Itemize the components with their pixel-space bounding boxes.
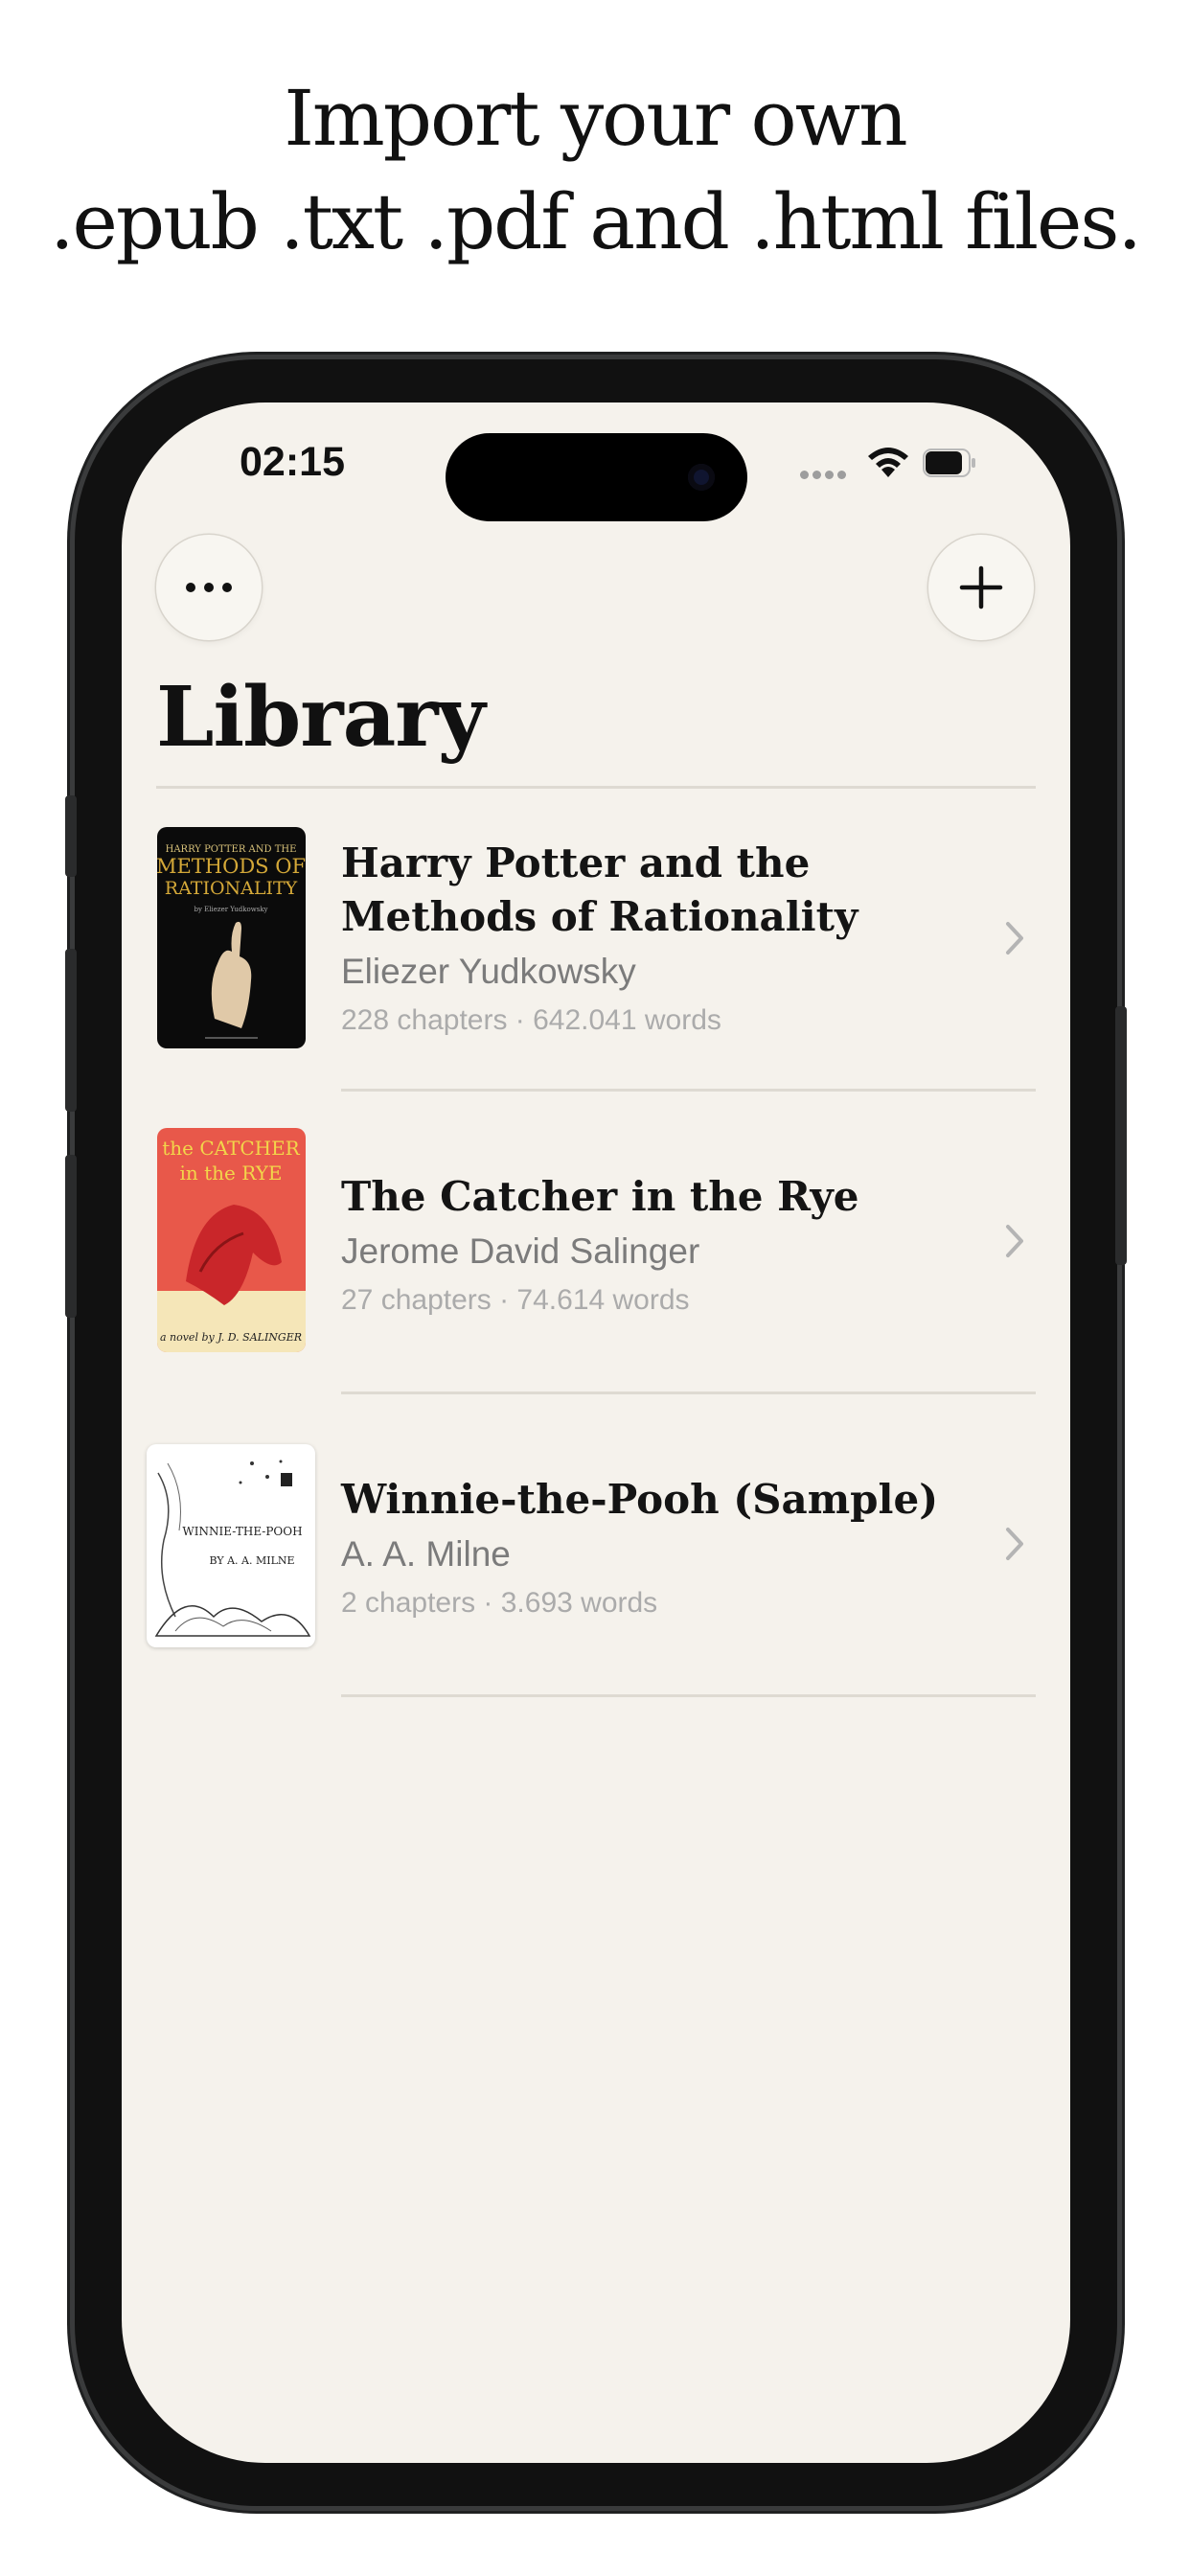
book-cover-catcher: the CATCHER in the RYE a novel by J. D. … [157, 1128, 306, 1352]
app-screen: 02:15 Library HARRY POTTER AND THE METHO… [122, 402, 1070, 2463]
battery-icon [923, 448, 975, 477]
cover-line-1: the CATCHER [162, 1137, 300, 1160]
more-button[interactable] [156, 535, 262, 640]
cover-line-2: in the RYE [180, 1162, 283, 1184]
chevron-right-icon [1006, 922, 1023, 954]
cover-line-2: BY A. A. MILNE [209, 1554, 294, 1567]
book-title: Harry Potter and the Methods of Rational… [341, 840, 858, 940]
cover-line-3: a novel by J. D. SALINGER [160, 1331, 302, 1344]
list-item-book-hpmor[interactable]: HARRY POTTER AND THE METHODS OF RATIONAL… [122, 789, 1070, 1091]
volume-up-button [65, 949, 77, 1112]
add-book-button[interactable] [928, 535, 1034, 640]
book-title: The Catcher in the Rye [341, 1173, 859, 1220]
book-author: Jerome David Salinger [341, 1231, 700, 1271]
plus-icon [959, 565, 1003, 610]
action-button [65, 795, 77, 877]
wifi-icon [868, 448, 908, 477]
status-time: 02:15 [240, 439, 345, 485]
chevron-right-icon [1006, 1225, 1023, 1257]
dynamic-island [446, 433, 747, 521]
cover-line-3: RATIONALITY [165, 878, 298, 899]
volume-down-button [65, 1155, 77, 1318]
book-cover-pooh: WINNIE-THE-POOH BY A. A. MILNE [147, 1444, 315, 1647]
cover-line-4: by Eliezer Yudkowsky [194, 906, 267, 913]
signal-icon [800, 467, 850, 484]
cover-line-1: WINNIE-THE-POOH [182, 1525, 302, 1538]
book-meta: 228 chapters · 642.041 words [341, 1004, 721, 1036]
divider [341, 1694, 1036, 1697]
page-title: Library [156, 669, 486, 766]
cover-line-1: HARRY POTTER AND THE [166, 844, 297, 855]
headline-line-2: .epub .txt .pdf and .html files. [50, 177, 1142, 266]
book-meta: 2 chapters · 3.693 words [341, 1587, 658, 1619]
cover-line-2: METHODS OF [157, 855, 306, 878]
book-meta: 27 chapters · 74.614 words [341, 1284, 690, 1316]
power-button [1115, 1006, 1127, 1265]
book-title: Winnie-the-Pooh (Sample) [341, 1476, 939, 1523]
book-author: A. A. Milne [341, 1534, 511, 1574]
list-item-book-catcher[interactable]: the CATCHER in the RYE a novel by J. D. … [122, 1092, 1070, 1393]
ellipsis-icon [186, 583, 232, 592]
headline: Import your own .epub .txt .pdf and .htm… [0, 67, 1190, 274]
book-author: Eliezer Yudkowsky [341, 952, 636, 991]
book-cover-hpmor: HARRY POTTER AND THE METHODS OF RATIONAL… [157, 827, 306, 1048]
headline-line-1: Import your own [284, 74, 907, 163]
chevron-right-icon [1006, 1528, 1023, 1560]
camera-icon [688, 464, 715, 491]
list-item-book-pooh[interactable]: WINNIE-THE-POOH BY A. A. MILNE Winnie-th… [122, 1394, 1070, 1696]
